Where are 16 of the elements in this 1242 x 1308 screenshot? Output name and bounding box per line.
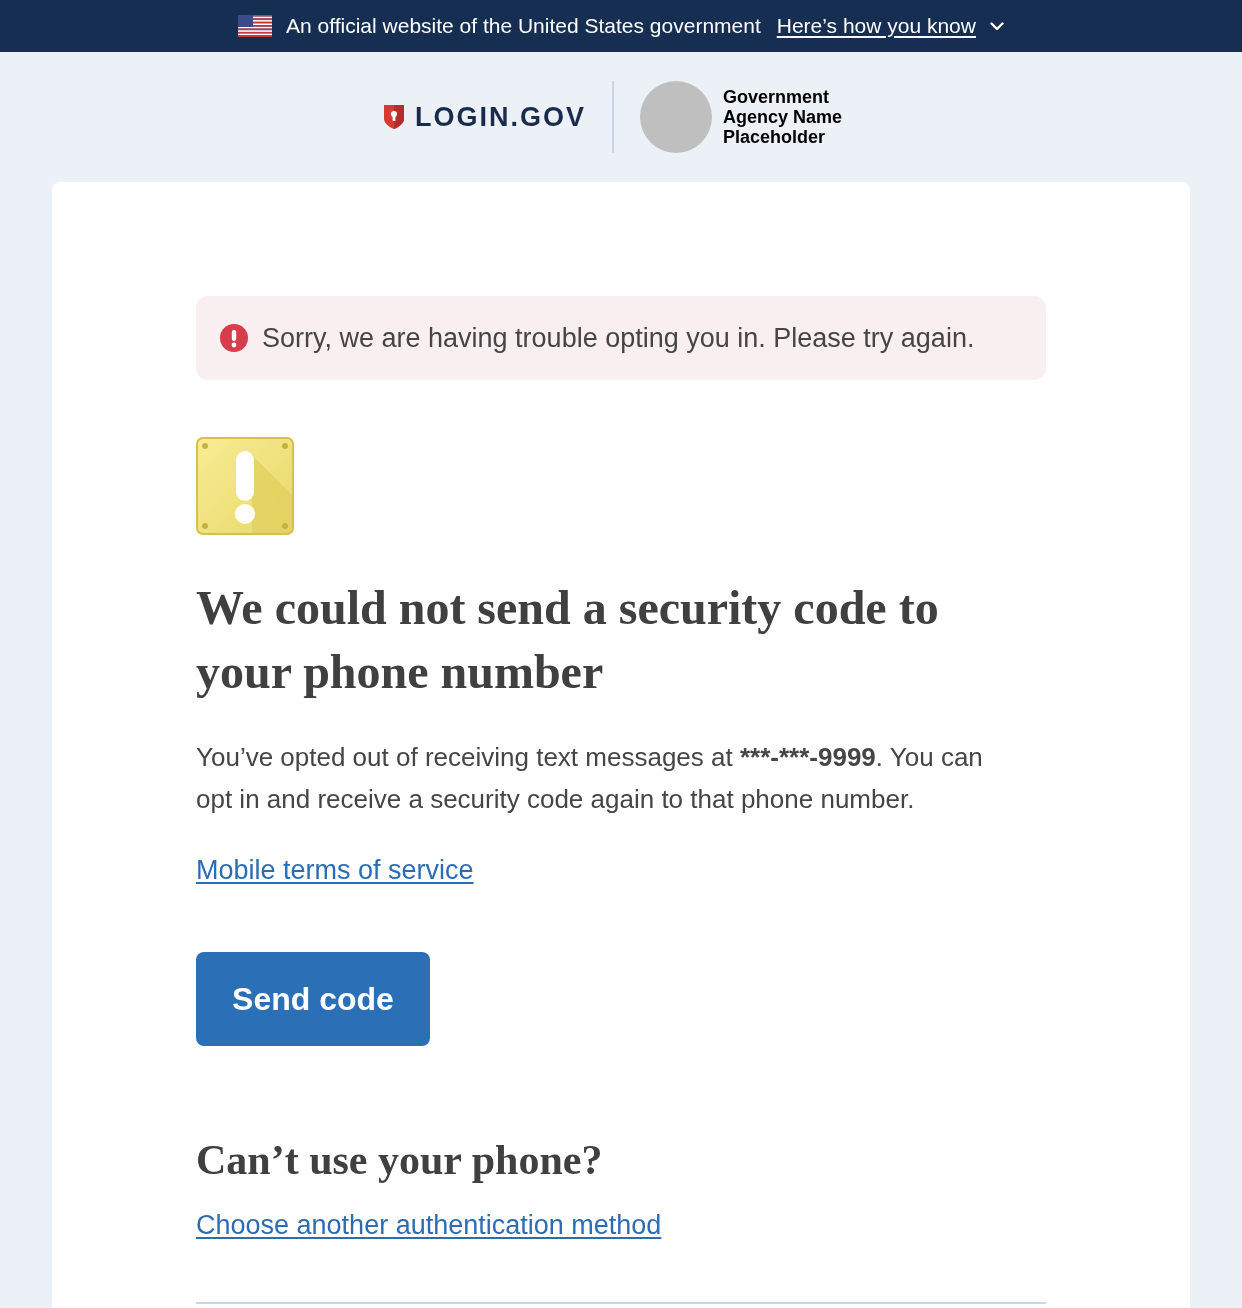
section-heading: Can’t use your phone? bbox=[196, 1136, 604, 1185]
login-logo-text: LOGIN.GOV bbox=[415, 102, 586, 132]
agency-name: Government Agency Name Placeholder bbox=[723, 87, 844, 147]
mobile-terms-link[interactable]: Mobile terms of service bbox=[196, 854, 474, 886]
banner-text: An official website of the United States government bbox=[286, 13, 761, 39]
chevron-down-icon[interactable] bbox=[989, 21, 1004, 31]
choose-another-method-link[interactable]: Choose another authentication method bbox=[196, 1209, 662, 1241]
page-heading: We could not send a security code to your phone number bbox=[196, 580, 940, 700]
exclamation-circle-icon bbox=[220, 324, 248, 352]
flag-icon bbox=[238, 15, 273, 37]
how-you-know-link[interactable]: Here’s how you know bbox=[776, 13, 976, 39]
shield-icon bbox=[383, 104, 405, 130]
send-code-button[interactable]: Send code bbox=[196, 952, 430, 1046]
warning-exclamation-icon bbox=[196, 437, 294, 535]
body-paragraph: You’ve opted out of receiving text messages at ***-***-9999. You can opt in and receive a security code again to that phone number. bbox=[196, 741, 984, 816]
alert-message: Sorry, we are having trouble opting you in. Please try again. bbox=[262, 322, 975, 354]
